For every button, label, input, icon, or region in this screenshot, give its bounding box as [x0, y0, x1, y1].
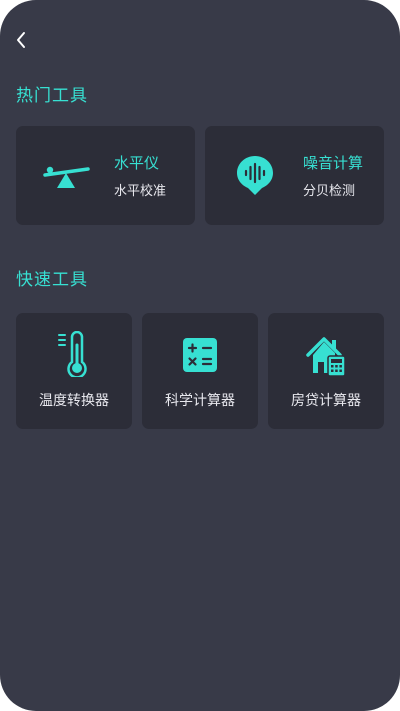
level-tool-subtitle: 水平校准 — [114, 184, 167, 199]
level-tool-card[interactable]: 水平仪 水平校准 — [16, 126, 195, 225]
scientific-calculator-card[interactable]: 科学计算器 — [142, 313, 258, 429]
seesaw-icon — [42, 156, 92, 196]
mortgage-calculator-card[interactable]: 房贷计算器 — [268, 313, 384, 429]
level-tool-title: 水平仪 — [114, 154, 160, 172]
temperature-converter-card[interactable]: 温度转换器 — [16, 313, 132, 429]
scientific-calculator-label: 科学计算器 — [165, 393, 235, 409]
house-calculator-icon — [268, 333, 384, 381]
quick-tools-title: 快速工具 — [16, 270, 88, 290]
temperature-converter-label: 温度转换器 — [39, 393, 109, 409]
mortgage-calculator-label: 房贷计算器 — [291, 393, 361, 409]
noise-tool-card[interactable]: 噪音计算 分贝检测 — [205, 126, 384, 225]
hot-tools-title: 热门工具 — [16, 86, 88, 106]
noise-tool-subtitle: 分贝检测 — [303, 184, 356, 199]
thermometer-icon — [16, 331, 132, 379]
sound-wave-icon — [235, 154, 285, 195]
noise-tool-title: 噪音计算 — [303, 154, 364, 172]
chevron-left-icon — [17, 32, 25, 48]
back-button[interactable] — [10, 28, 32, 52]
calculator-icon — [142, 337, 258, 385]
app-screen: 热门工具 水平仪 水平校准 噪音计算 分贝检测 快速工具 温度转换器 科学计算器… — [0, 0, 400, 711]
